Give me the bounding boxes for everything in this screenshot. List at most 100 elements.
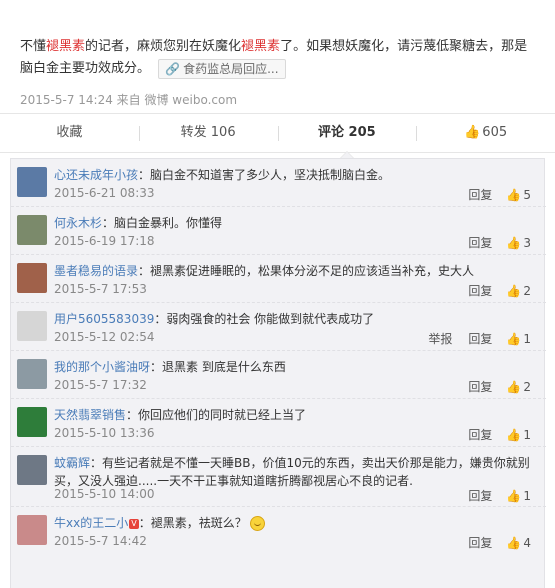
comment-text: ：脑白金不知道害了多少人，坚决抵制脑白金。 (138, 168, 391, 182)
comment-item: 心还未成年小孩：脑白金不知道害了多少人，坚决抵制脑白金。 2015-6-21 08… (11, 159, 546, 206)
comment-like-button[interactable]: 👍 1 (506, 332, 531, 346)
comment-username[interactable]: 用户5605583039 (54, 312, 154, 326)
comment-line: 何永木杉：脑白金暴利。你懂得 (54, 214, 534, 232)
comment-actions: 回复 👍 3 (452, 234, 531, 251)
comment-text: ：褪黑素，祛斑么？ (138, 516, 247, 530)
collect-button[interactable]: 收藏 (0, 114, 139, 152)
avatar[interactable] (17, 263, 47, 293)
comment-username[interactable]: 心还未成年小孩 (54, 168, 138, 182)
comment-actions: 回复 👍 4 (452, 534, 531, 551)
comment-time: 2015-6-21 08:33 (54, 186, 155, 200)
comment-item: 天然翡翠销售：你回应他们的同时就已经上当了 2015-5-10 13:36 回复 👍 1 (11, 398, 546, 446)
comment-line: 蚊霸辉：有些记者就是不懂一天睡BB，价值10元的东西，卖出天价那是能力，嫌贵你就… (54, 454, 534, 490)
post-text: 不懂褪黑素的记者，麻烦您别在妖魔化褪黑素了。如果想妖魔化，请污蔑低聚糖去，那是脑… (20, 36, 540, 80)
avatar[interactable] (17, 359, 47, 389)
thumbs-up-icon: 👍 (506, 235, 522, 250)
reply-button[interactable]: 回复 (468, 487, 492, 504)
collect-label: 收藏 (56, 125, 83, 140)
comment-line: 牛xx的王二小 V ：褪黑素，祛斑么？ (54, 514, 534, 532)
comment-text: ：褪黑素促进睡眠的，松果体分泌不足的应该适当补充，史大人 (138, 264, 475, 278)
comment-like-count: 4 (523, 535, 531, 550)
repost-button[interactable]: 转发 106 (138, 114, 278, 152)
comment-like-button[interactable]: 👍 1 (506, 489, 531, 503)
comment-line: 用户5605583039：弱肉强食的社会 你能做到就代表成功了 (54, 310, 534, 328)
comment-item: 牛xx的王二小 V ：褪黑素，祛斑么？ 2015-5-7 14:42 回复 👍 4 (11, 506, 546, 564)
comment-username[interactable]: 蚊霸辉 (54, 456, 90, 470)
avatar[interactable] (17, 167, 47, 197)
comment-item: 何永木杉：脑白金暴利。你懂得 2015-6-19 17:18 回复 👍 3 (11, 206, 546, 254)
link-card[interactable]: 🔗 食药监总局回应... (158, 58, 286, 79)
thumbs-up-icon: 👍 (506, 331, 522, 346)
comment-time: 2015-5-10 13:36 (54, 426, 155, 440)
thumbs-up-icon: 👍 (464, 125, 481, 140)
avatar[interactable] (17, 455, 47, 485)
comment-actions: 回复 👍 1 (452, 487, 531, 504)
reply-button[interactable]: 回复 (468, 426, 492, 443)
comment-actions: 回复 👍 1 (452, 426, 531, 443)
link-card-label: 食药监总局回应... (183, 61, 279, 76)
comment-like-button[interactable]: 👍 4 (506, 536, 531, 550)
comment-like-button[interactable]: 👍 1 (506, 428, 531, 442)
comment-time: 2015-5-12 02:54 (54, 330, 155, 344)
comment-text: ：退黑素 到底是什么东西 (150, 360, 286, 374)
comment-item: 我的那个小酱油呀：退黑素 到底是什么东西 2015-5-7 17:32 回复 👍 2 (11, 350, 546, 398)
comment-username[interactable]: 牛xx的王二小 (54, 516, 128, 530)
comment-like-count: 2 (523, 283, 531, 298)
comment-label: 评论 205 (318, 125, 376, 140)
comment-item: 蚊霸辉：有些记者就是不懂一天睡BB，价值10元的东西，卖出天价那是能力，嫌贵你就… (11, 446, 546, 506)
post-keyword-highlight[interactable]: 褪黑素 (46, 39, 85, 54)
comment-line: 心还未成年小孩：脑白金不知道害了多少人，坚决抵制脑白金。 (54, 166, 534, 184)
comment-actions: 回复 👍 5 (452, 186, 531, 203)
avatar[interactable] (17, 407, 47, 437)
comment-text: ：你回应他们的同时就已经上当了 (126, 408, 307, 422)
reply-button[interactable]: 回复 (468, 534, 492, 551)
reply-button[interactable]: 回复 (468, 282, 492, 299)
comment-username[interactable]: 墨者稳易的语录 (54, 264, 138, 278)
comment-like-count: 1 (523, 488, 531, 503)
active-tab-pointer (340, 151, 354, 158)
comment-line: 我的那个小酱油呀：退黑素 到底是什么东西 (54, 358, 534, 376)
post-keyword-highlight[interactable]: 褪黑素 (241, 39, 280, 54)
link-icon: 🔗 (165, 61, 181, 76)
comment-username[interactable]: 何永木杉 (54, 216, 102, 230)
comment-time: 2015-5-7 14:42 (54, 534, 147, 548)
comment-like-count: 1 (523, 427, 531, 442)
comment-text: ：脑白金暴利。你懂得 (102, 216, 223, 230)
avatar[interactable] (17, 311, 47, 341)
comment-like-count: 2 (523, 379, 531, 394)
comment-like-button[interactable]: 👍 2 (506, 380, 531, 394)
comment-time: 2015-5-7 17:32 (54, 378, 147, 392)
like-count: 605 (482, 125, 508, 140)
comment-item: 墨者稳易的语录：褪黑素促进睡眠的，松果体分泌不足的应该适当补充，史大人 2015-… (11, 254, 546, 302)
comment-time: 2015-5-7 17:53 (54, 282, 147, 296)
avatar[interactable] (17, 515, 47, 545)
comment-line: 天然翡翠销售：你回应他们的同时就已经上当了 (54, 406, 534, 424)
action-bar: 收藏 转发 106 评论 205 👍 605 (0, 113, 555, 153)
avatar[interactable] (17, 215, 47, 245)
comment-username[interactable]: 我的那个小酱油呀 (54, 360, 150, 374)
thumbs-up-icon: 👍 (506, 427, 522, 442)
comment-actions: 举报 回复 👍 1 (412, 330, 531, 347)
reply-button[interactable]: 回复 (468, 234, 492, 251)
reply-button[interactable]: 回复 (468, 186, 492, 203)
comment-text: ：有些记者就是不懂一天睡BB，价值10元的东西，卖出天价那是能力，嫌贵你就别买，… (54, 456, 530, 488)
post-text-part: 不懂 (20, 39, 47, 54)
reply-button[interactable]: 回复 (468, 378, 492, 395)
report-button[interactable]: 举报 (428, 330, 452, 347)
reply-button[interactable]: 回复 (468, 330, 492, 347)
comment-like-button[interactable]: 👍 2 (506, 284, 531, 298)
comment-like-button[interactable]: 👍 5 (506, 188, 531, 202)
thumbs-up-icon: 👍 (506, 187, 522, 202)
comment-username[interactable]: 天然翡翠销售 (54, 408, 126, 422)
comment-actions: 回复 👍 2 (452, 282, 531, 299)
comment-like-count: 5 (523, 187, 531, 202)
comment-tab[interactable]: 评论 205 (277, 114, 417, 152)
thumbs-up-icon: 👍 (506, 535, 522, 550)
comment-time: 2015-6-19 17:18 (54, 234, 155, 248)
comment-like-count: 3 (523, 235, 531, 250)
thumbs-up-icon: 👍 (506, 488, 522, 503)
comment-line: 墨者稳易的语录：褪黑素促进睡眠的，松果体分泌不足的应该适当补充，史大人 (54, 262, 534, 280)
like-button[interactable]: 👍 605 (416, 114, 555, 152)
comment-item: 用户5605583039：弱肉强食的社会 你能做到就代表成功了 2015-5-12… (11, 302, 546, 350)
comment-like-button[interactable]: 👍 3 (506, 236, 531, 250)
